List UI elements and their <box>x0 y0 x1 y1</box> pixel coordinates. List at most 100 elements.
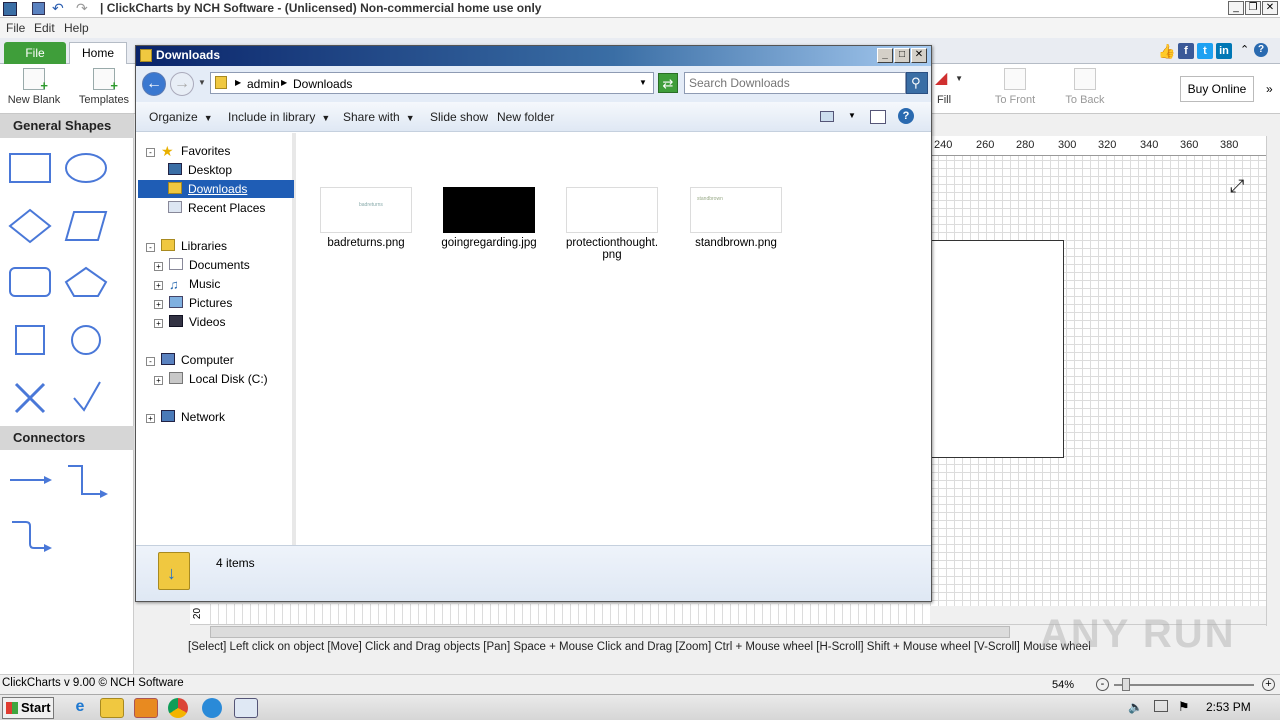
start-button[interactable]: Start <box>2 697 54 719</box>
tab-file[interactable]: File <box>4 42 66 64</box>
expand-icon[interactable]: + <box>154 262 163 271</box>
close-button[interactable]: ✕ <box>1262 1 1278 15</box>
address-root[interactable]: admin <box>247 77 280 91</box>
explorer-maximize-button[interactable]: □ <box>894 48 910 63</box>
tree-documents[interactable]: + Documents <box>154 256 250 274</box>
minimize-button[interactable]: _ <box>1228 1 1244 15</box>
ellipse-shape[interactable] <box>65 153 107 183</box>
canvas-rectangle[interactable] <box>930 240 1064 458</box>
cross-shape[interactable] <box>14 382 46 414</box>
save-icon[interactable] <box>32 2 45 15</box>
address-bar[interactable]: ▶ admin ▶ Downloads ▼ <box>210 72 654 94</box>
to-front-button[interactable]: To Front <box>988 68 1042 106</box>
collapse-icon[interactable]: - <box>146 243 155 252</box>
expand-icon[interactable]: + <box>154 300 163 309</box>
general-shapes-header[interactable]: General Shapes <box>0 114 134 138</box>
edge-icon[interactable] <box>202 698 222 718</box>
rounded-rectangle-shape[interactable] <box>9 267 51 297</box>
slide-show-button[interactable]: Slide show <box>430 110 488 124</box>
tree-favorites[interactable]: - ★ Favorites <box>146 142 230 160</box>
undo-icon[interactable]: ↶ <box>52 0 64 17</box>
zoom-slider-handle[interactable] <box>1122 678 1130 691</box>
facebook-icon[interactable]: f <box>1178 43 1194 59</box>
menu-edit[interactable]: Edit <box>34 21 55 35</box>
collapse-icon[interactable]: - <box>146 357 155 366</box>
change-view-icon[interactable] <box>820 111 834 122</box>
preview-pane-icon[interactable] <box>870 110 886 124</box>
zoom-out-icon[interactable]: - <box>1096 678 1109 691</box>
rectangle-shape[interactable] <box>9 153 51 183</box>
internet-explorer-icon[interactable]: e <box>68 698 92 718</box>
search-icon[interactable]: ⚲ <box>906 72 928 94</box>
curved-connector[interactable] <box>12 521 46 549</box>
expand-icon[interactable]: + <box>154 376 163 385</box>
tree-computer[interactable]: - Computer <box>146 351 234 369</box>
tree-local-disk[interactable]: + Local Disk (C:) <box>154 370 268 388</box>
vertical-scrollbar[interactable] <box>1266 136 1280 626</box>
chrome-icon[interactable] <box>168 698 188 718</box>
pentagon-shape[interactable] <box>64 266 108 297</box>
flag-icon[interactable]: ⚑ <box>1178 699 1190 715</box>
diamond-shape[interactable] <box>8 208 52 244</box>
buy-online-button[interactable]: Buy Online <box>1180 76 1254 102</box>
tree-music[interactable]: + ♫ Music <box>154 275 220 293</box>
menu-help[interactable]: Help <box>64 21 89 35</box>
help-icon[interactable]: ? <box>1254 43 1268 57</box>
include-in-library-menu[interactable]: Include in library ▼ <box>228 110 330 124</box>
tree-libraries[interactable]: - Libraries <box>146 237 227 255</box>
explorer-minimize-button[interactable]: _ <box>877 48 893 63</box>
horizontal-scroll-thumb[interactable] <box>210 626 1010 638</box>
templates-button[interactable]: + Templates <box>76 68 132 106</box>
to-back-button[interactable]: To Back <box>1058 68 1112 106</box>
tree-desktop[interactable]: Desktop <box>168 161 232 179</box>
restore-button[interactable]: ❐ <box>1245 1 1261 15</box>
expand-icon[interactable]: + <box>154 281 163 290</box>
expand-icon[interactable]: + <box>146 414 155 423</box>
refresh-icon[interactable]: ⇄ <box>658 73 678 93</box>
tree-videos[interactable]: + Videos <box>154 313 225 331</box>
fit-screen-icon[interactable]: ⤢ <box>1230 176 1244 197</box>
menu-file[interactable]: File <box>6 21 25 35</box>
check-shape[interactable] <box>73 381 101 412</box>
ribbon-more-icon[interactable]: » <box>1266 82 1273 96</box>
search-box[interactable] <box>684 72 906 94</box>
clickcharts-taskbar-icon[interactable] <box>234 698 258 718</box>
forward-button[interactable]: → <box>170 72 194 96</box>
explorer-close-button[interactable]: ✕ <box>911 48 927 63</box>
file-item[interactable]: standbrown standbrown.png <box>676 187 796 249</box>
recent-pages-icon[interactable]: ▼ <box>198 78 206 87</box>
tree-pictures[interactable]: + Pictures <box>154 294 232 312</box>
help-circle-icon[interactable]: ? <box>898 108 914 124</box>
file-explorer-icon[interactable] <box>100 698 124 718</box>
address-dropdown-icon[interactable]: ▼ <box>639 78 647 87</box>
new-folder-button[interactable]: New folder <box>497 110 554 124</box>
like-icon[interactable]: 👍 <box>1158 43 1175 59</box>
parallelogram-shape[interactable] <box>64 211 108 241</box>
expand-icon[interactable]: + <box>154 319 163 328</box>
circle-shape[interactable] <box>71 325 101 355</box>
tree-network[interactable]: + Network <box>146 408 225 426</box>
redo-icon[interactable]: ↷ <box>76 0 88 17</box>
share-with-menu[interactable]: Share with ▼ <box>343 110 415 124</box>
collapse-icon[interactable]: - <box>146 148 155 157</box>
new-blank-button[interactable]: + New Blank <box>6 68 62 106</box>
linkedin-icon[interactable]: in <box>1216 43 1232 59</box>
media-player-icon[interactable] <box>134 698 158 718</box>
speaker-icon[interactable]: 🔈 <box>1128 700 1143 714</box>
elbow-connector[interactable] <box>68 465 102 495</box>
zoom-slider[interactable] <box>1114 684 1254 686</box>
tree-downloads[interactable]: Downloads <box>138 180 294 198</box>
zoom-in-icon[interactable]: + <box>1262 678 1275 691</box>
square-shape[interactable] <box>15 325 45 355</box>
tree-recent-places[interactable]: Recent Places <box>168 199 265 217</box>
collapse-ribbon-icon[interactable]: ⌃ <box>1240 43 1249 56</box>
tab-home[interactable]: Home <box>69 42 127 65</box>
view-options-icon[interactable]: ▼ <box>848 111 856 120</box>
file-item[interactable]: goingregarding.jpg <box>429 187 549 249</box>
connectors-header[interactable]: Connectors <box>0 426 134 450</box>
file-item[interactable]: protectionthought.png <box>552 187 672 261</box>
explorer-title-bar[interactable]: Downloads _ □ ✕ <box>136 46 931 66</box>
organize-menu[interactable]: Organize ▼ <box>149 110 213 124</box>
file-item[interactable]: badreturns badreturns.png <box>306 187 426 249</box>
back-button[interactable]: ← <box>142 72 166 96</box>
